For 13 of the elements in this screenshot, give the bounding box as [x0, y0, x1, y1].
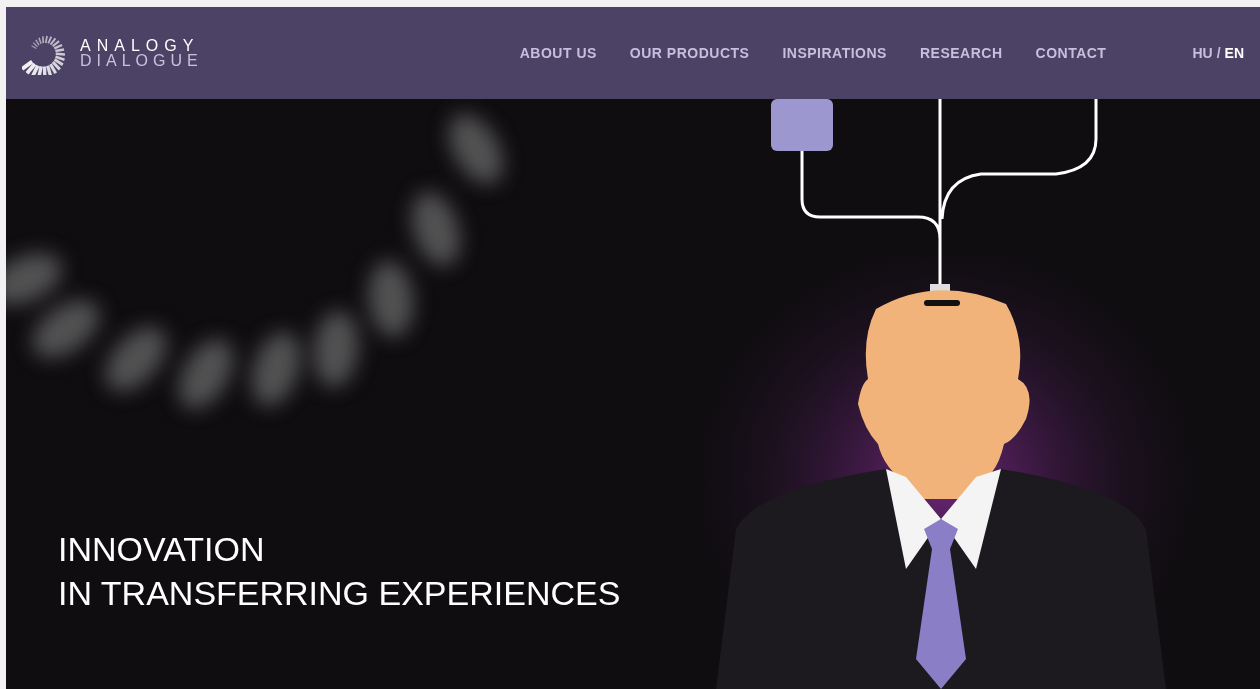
- nav-link[interactable]: RESEARCH: [919, 42, 1003, 64]
- nav-link[interactable]: ABOUT US: [519, 42, 597, 64]
- nav-link[interactable]: INSPIRATIONS: [782, 42, 887, 64]
- brand-name: ANALOGY: [80, 38, 201, 53]
- nav-link[interactable]: CONTACT: [1035, 42, 1107, 64]
- hero-headline: IN TRANSFERRING EXPERIENCES: [58, 573, 621, 614]
- brand-subtitle: DIALOGUE: [80, 53, 203, 68]
- language-separator: /: [1216, 43, 1221, 63]
- hero-headline: INNOVATION: [58, 529, 266, 570]
- brand-logo-link[interactable]: ANALOGY DIALOGUE: [22, 31, 203, 75]
- language-link[interactable]: HU: [1192, 42, 1213, 64]
- nav-link[interactable]: OUR PRODUCTS: [629, 42, 750, 64]
- language-link[interactable]: EN: [1224, 42, 1244, 64]
